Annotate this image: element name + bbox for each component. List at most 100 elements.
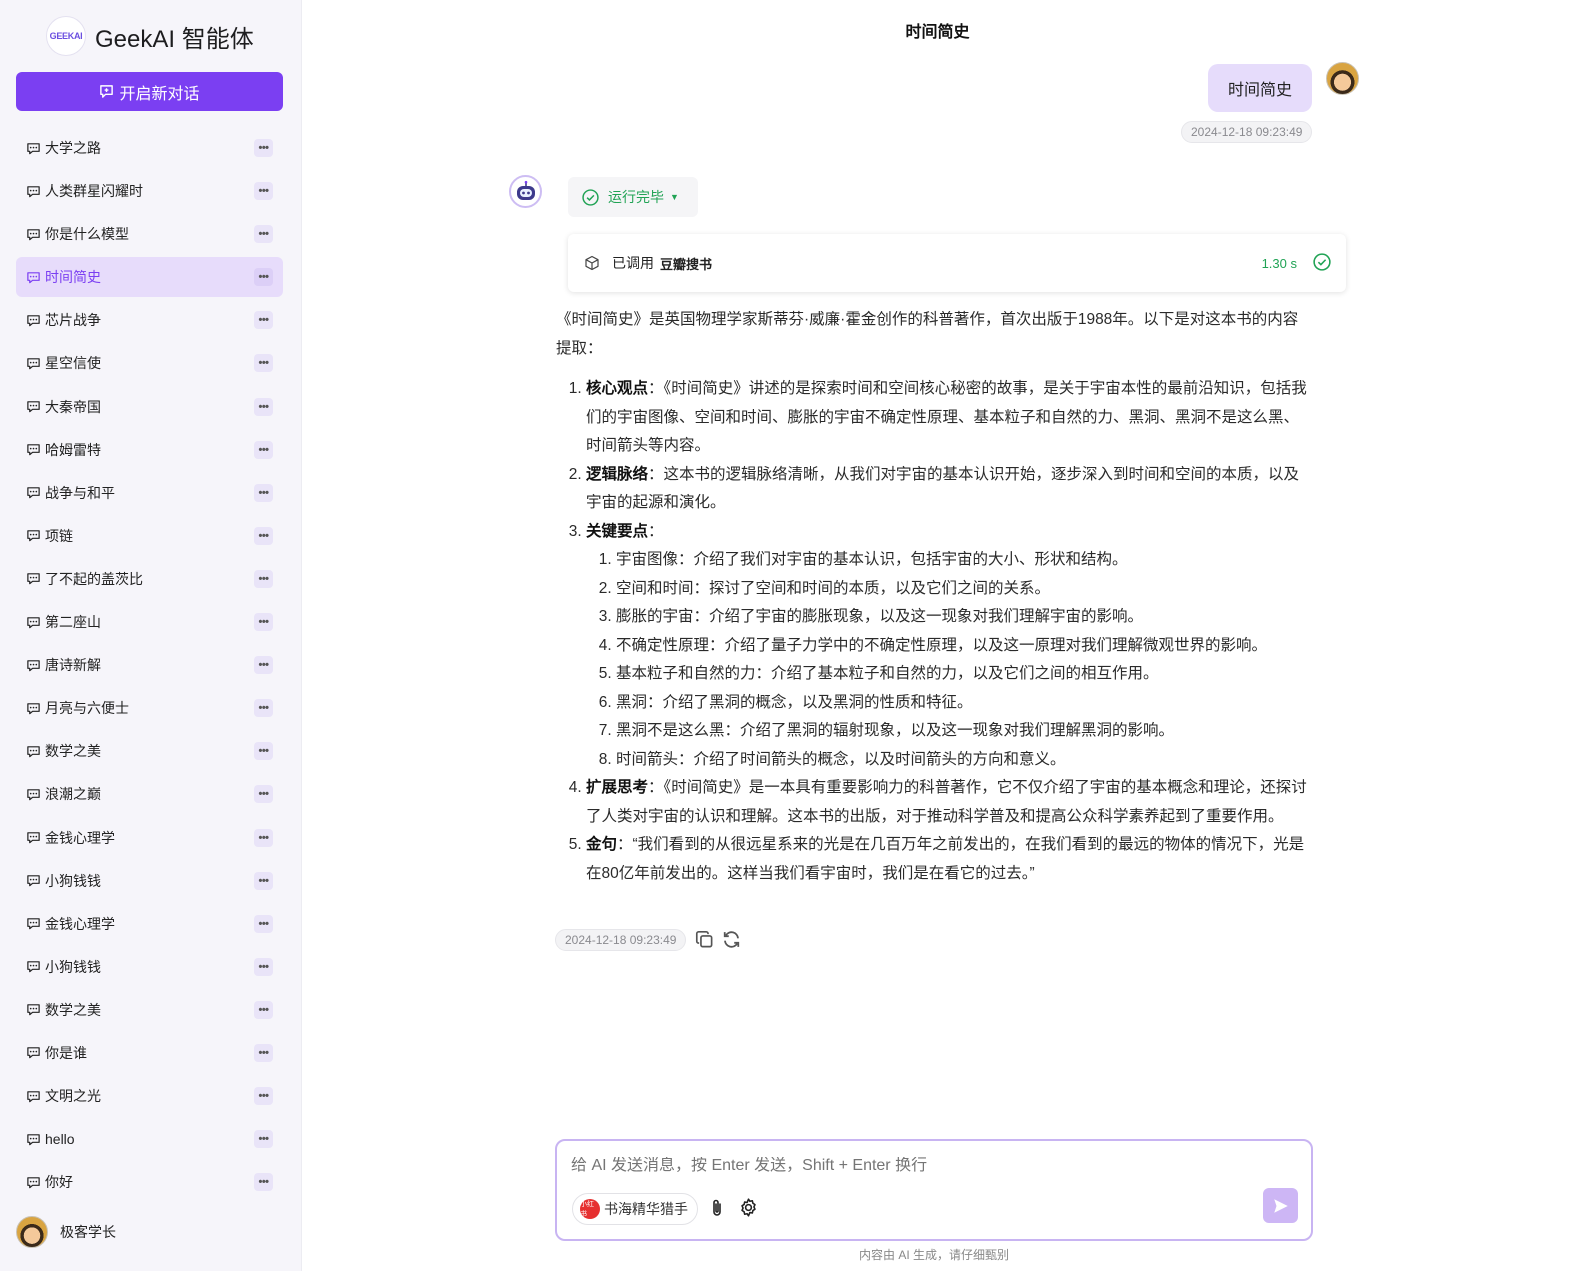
sidebar-conversation-item[interactable]: hello ••• xyxy=(16,1119,283,1159)
user-profile[interactable]: 极客学长 xyxy=(16,1216,116,1248)
more-options-icon[interactable]: ••• xyxy=(254,225,273,244)
sidebar-conversation-item[interactable]: 你是谁 ••• xyxy=(16,1033,283,1073)
more-options-icon[interactable]: ••• xyxy=(254,1173,273,1192)
more-options-icon[interactable]: ••• xyxy=(254,483,273,502)
more-options-icon[interactable]: ••• xyxy=(254,268,273,287)
more-options-icon[interactable]: ••• xyxy=(254,828,273,847)
sidebar-conversation-item[interactable]: 小狗钱钱 ••• xyxy=(16,861,283,901)
regenerate-icon[interactable] xyxy=(722,930,741,949)
conversation-label: 星空信使 xyxy=(45,355,101,372)
sidebar-conversation-item[interactable]: 你好 ••• xyxy=(16,1162,283,1202)
paperclip-icon[interactable] xyxy=(710,1198,724,1218)
more-options-icon[interactable]: ••• xyxy=(254,1087,273,1106)
chat-bubble-icon xyxy=(26,615,41,630)
user-message-timestamp: 2024-12-18 09:23:49 xyxy=(1181,121,1313,143)
sidebar-conversation-item[interactable]: 星空信使 ••• xyxy=(16,343,283,383)
conversation-label: 时间简史 xyxy=(45,269,101,286)
chat-bubble-icon xyxy=(26,184,41,199)
conversation-label: 了不起的盖茨比 xyxy=(45,570,143,587)
chat-bubble-icon xyxy=(26,1132,41,1147)
chat-bubble-icon xyxy=(26,959,41,974)
conversation-label: 小狗钱钱 xyxy=(45,958,101,975)
sidebar-conversation-item[interactable]: 金钱心理学 ••• xyxy=(16,904,283,944)
caret-down-icon: ▼ xyxy=(670,192,679,202)
tool-call-prefix: 已调用 xyxy=(612,255,654,271)
new-chat-button[interactable]: 开启新对话 xyxy=(16,72,283,111)
more-options-icon[interactable]: ••• xyxy=(254,957,273,976)
sidebar-conversation-item[interactable]: 数学之美 ••• xyxy=(16,731,283,771)
chat-bubble-icon xyxy=(26,830,41,845)
conversation-label: 数学之美 xyxy=(45,1001,101,1018)
chat-bubble-icon xyxy=(26,1002,41,1017)
more-options-icon[interactable]: ••• xyxy=(254,742,273,761)
sidebar-conversation-item[interactable]: 浪潮之巅 ••• xyxy=(16,774,283,814)
more-options-icon[interactable]: ••• xyxy=(254,397,273,416)
more-options-icon[interactable]: ••• xyxy=(254,569,273,588)
conversation-label: 文明之光 xyxy=(45,1088,101,1105)
more-options-icon[interactable]: ••• xyxy=(254,613,273,632)
sidebar-conversation-item[interactable]: 哈姆雷特 ••• xyxy=(16,430,283,470)
key-point: 黑洞：介绍了黑洞的概念，以及黑洞的性质和特征。 xyxy=(616,689,1312,718)
more-options-icon[interactable]: ••• xyxy=(254,311,273,330)
more-options-icon[interactable]: ••• xyxy=(254,139,273,157)
sidebar-conversation-item[interactable]: 时间简史 ••• xyxy=(16,257,283,298)
tool-name: 豆瓣搜书 xyxy=(660,256,713,272)
chat-bubble-icon xyxy=(26,356,41,371)
sidebar-conversation-item[interactable]: 文明之光 ••• xyxy=(16,1076,283,1116)
chat-bubble-icon xyxy=(26,701,41,716)
conversation-label: 人类群星闪耀时 xyxy=(45,183,143,200)
more-options-icon[interactable]: ••• xyxy=(254,785,273,804)
more-options-icon[interactable]: ••• xyxy=(254,1130,273,1149)
answer-points: 核心观点：《时间简史》讲述的是探索时间和空间核心秘密的故事，是关于宇宙本性的最前… xyxy=(556,375,1312,888)
more-options-icon[interactable]: ••• xyxy=(254,871,273,890)
sidebar-conversation-item[interactable]: 唐诗新解 ••• xyxy=(16,645,283,685)
sidebar-conversation-item[interactable]: 大秦帝国 ••• xyxy=(16,387,283,427)
brand: GEEKAI GeekAI 智能体 xyxy=(46,16,254,56)
more-options-icon[interactable]: ••• xyxy=(254,182,273,201)
copy-icon[interactable] xyxy=(695,930,714,949)
key-point: 空间和时间：探讨了空间和时间的本质，以及它们之间的关系。 xyxy=(616,575,1312,604)
sidebar-conversation-item[interactable]: 人类群星闪耀时 ••• xyxy=(16,171,283,211)
sidebar-conversation-item[interactable]: 你是什么模型 ••• xyxy=(16,214,283,254)
chat-bubble-icon xyxy=(26,399,41,414)
sidebar-conversation-item[interactable]: 大学之路 ••• xyxy=(16,128,283,168)
sidebar-conversation-item[interactable]: 金钱心理学 ••• xyxy=(16,818,283,858)
gear-icon[interactable] xyxy=(738,1197,759,1218)
more-options-icon[interactable]: ••• xyxy=(254,699,273,718)
run-status-toggle[interactable]: 运行完毕 ▼ xyxy=(568,177,698,217)
more-options-icon[interactable]: ••• xyxy=(254,656,273,675)
more-options-icon[interactable]: ••• xyxy=(254,526,273,545)
more-options-icon[interactable]: ••• xyxy=(254,914,273,933)
chat-bubble-icon xyxy=(26,787,41,802)
conversation-label: 大学之路 xyxy=(45,140,101,156)
send-icon xyxy=(1273,1198,1288,1213)
sidebar-conversation-item[interactable]: 小狗钱钱 ••• xyxy=(16,947,283,987)
sidebar-conversation-item[interactable]: 第二座山 ••• xyxy=(16,602,283,642)
sidebar-conversation-item[interactable]: 战争与和平 ••• xyxy=(16,473,283,513)
chat-bubble-icon xyxy=(26,141,41,156)
sidebar-conversation-item[interactable]: 了不起的盖茨比 ••• xyxy=(16,559,283,599)
more-options-icon[interactable]: ••• xyxy=(254,440,273,459)
ai-disclaimer: 内容由 AI 生成，请仔细甄别 xyxy=(858,1248,1009,1262)
more-options-icon[interactable]: ••• xyxy=(254,1043,273,1062)
chat-bubble-icon xyxy=(26,485,41,500)
agent-selector[interactable]: 小红书 书海精华猎手 xyxy=(572,1193,698,1225)
more-options-icon[interactable]: ••• xyxy=(254,1000,273,1019)
message-input[interactable] xyxy=(571,1157,1271,1175)
conversation-list: 大学之路 ••• 人类群星闪耀时 ••• 你是什么模型 ••• 时间简史 ••• 芯片战争 •••… xyxy=(16,128,283,1205)
chat-bubble-icon xyxy=(26,442,41,457)
sidebar-conversation-item[interactable]: 芯片战争 ••• xyxy=(16,300,283,340)
conversation-label: 数学之美 xyxy=(45,743,101,760)
chat-bubble-icon xyxy=(26,744,41,759)
sidebar: GEEKAI GeekAI 智能体 开启新对话 大学之路 ••• 人类群星闪耀时 ••… xyxy=(0,0,302,1271)
chat-bubble-icon xyxy=(26,658,41,673)
answer-point: 金句：“我们看到的从很远星系来的光是在几百万年之前发出的，在我们看到的最远的物体… xyxy=(586,831,1312,888)
sidebar-conversation-item[interactable]: 月亮与六便士 ••• xyxy=(16,688,283,728)
sidebar-conversation-item[interactable]: 项链 ••• xyxy=(16,516,283,556)
conversation-label: 你是谁 xyxy=(45,1044,87,1061)
bot-message-timestamp: 2024-12-18 09:23:49 xyxy=(555,929,687,951)
user-name: 极客学长 xyxy=(60,1224,116,1240)
more-options-icon[interactable]: ••• xyxy=(254,354,273,373)
send-button[interactable] xyxy=(1263,1188,1298,1223)
sidebar-conversation-item[interactable]: 数学之美 ••• xyxy=(16,990,283,1030)
